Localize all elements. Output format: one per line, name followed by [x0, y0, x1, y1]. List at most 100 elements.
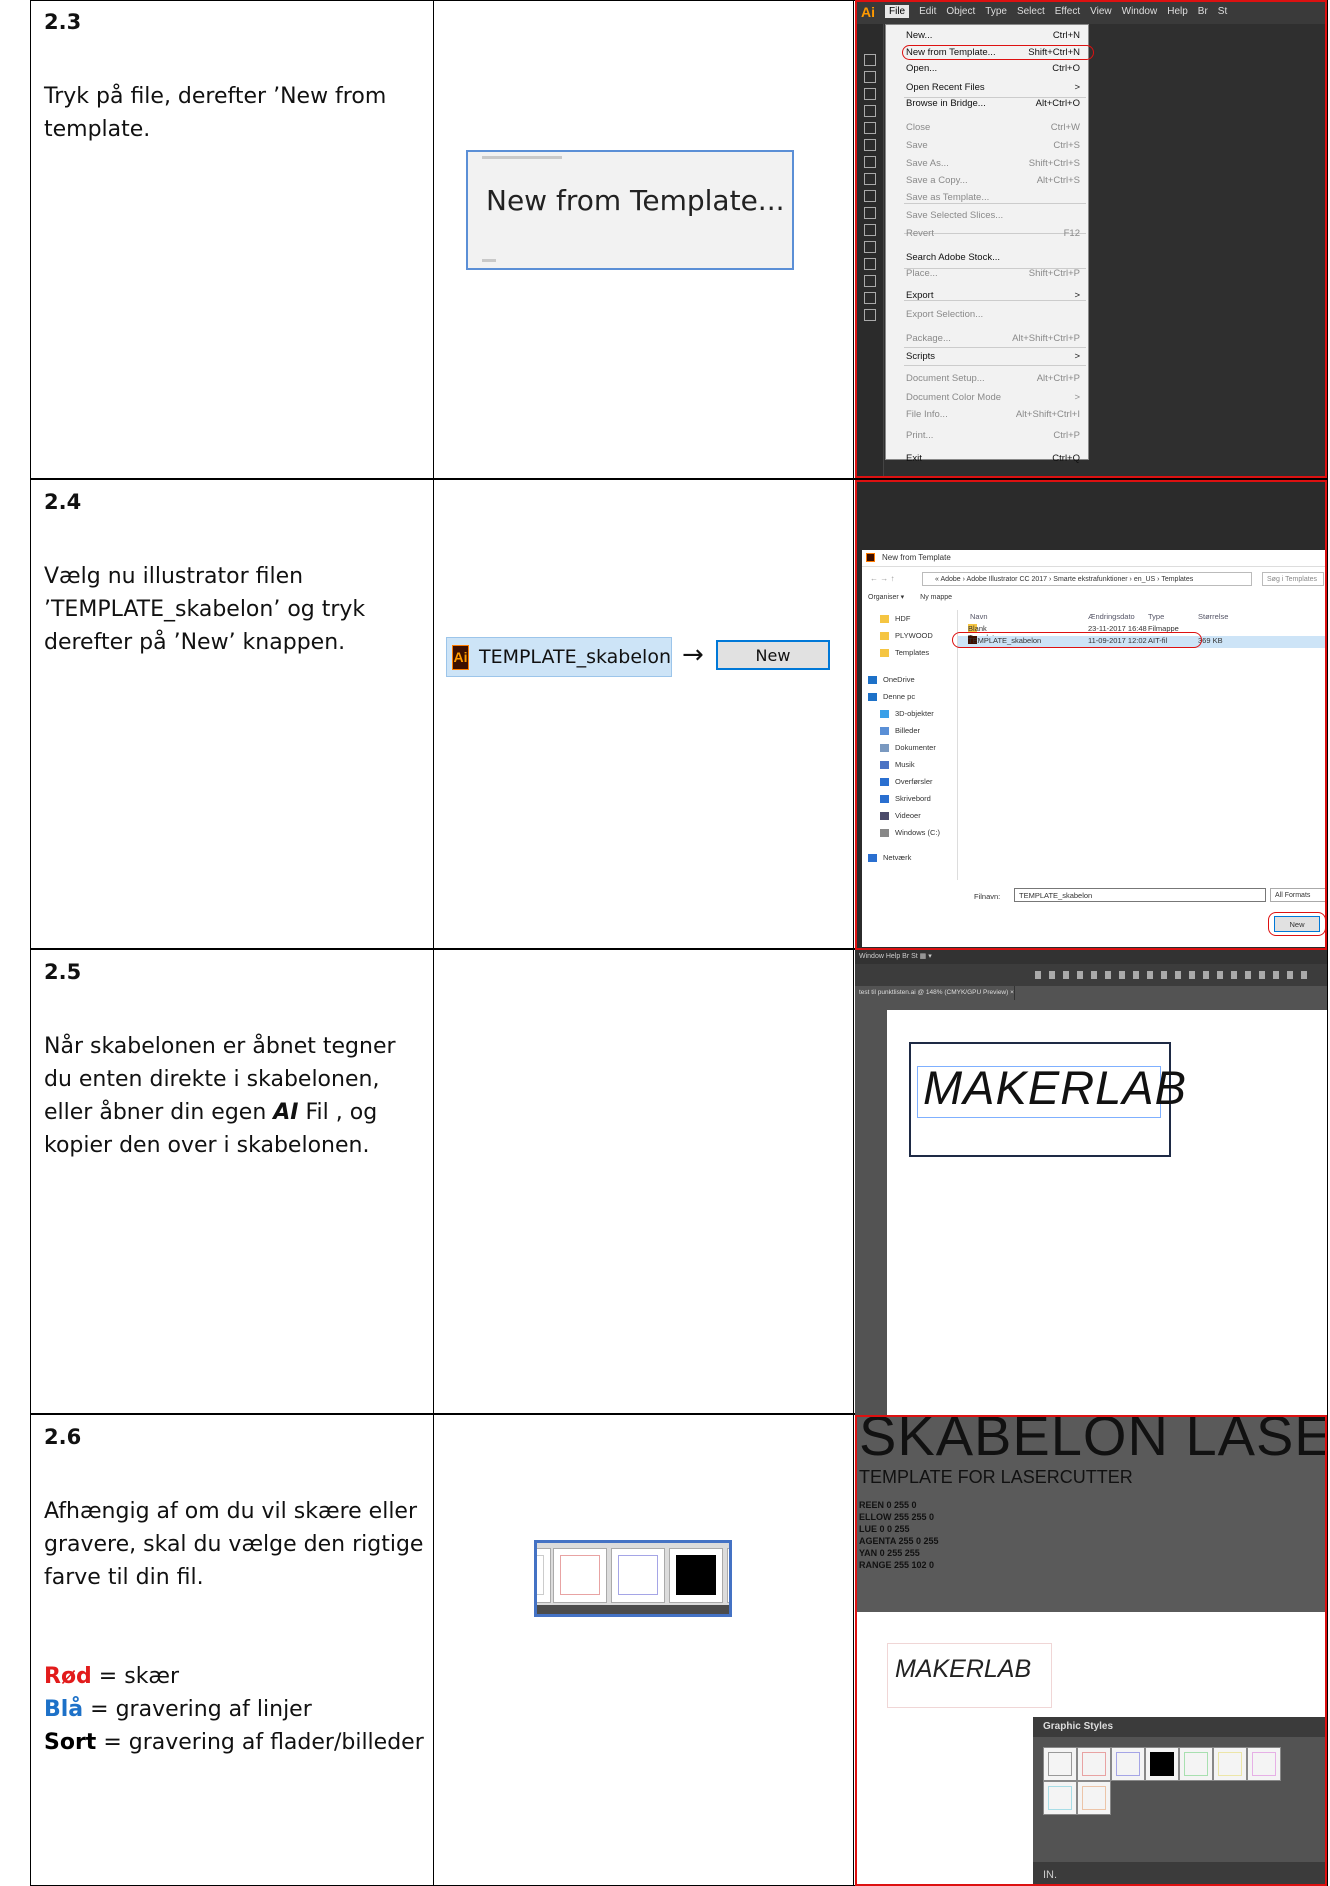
menu-item: Close Ctrl+W — [906, 122, 1080, 135]
menubar-item: Effect — [1054, 6, 1081, 17]
tool-icon — [864, 54, 876, 66]
filename-field: TEMPLATE_skabelon — [1014, 888, 1266, 902]
step-number: 2.4 — [44, 490, 82, 514]
menu-item-label: Save As... — [906, 157, 949, 169]
tools-panel — [857, 24, 884, 476]
color-code-line: YAN 0 255 255 — [859, 1548, 920, 1558]
file-dialog: New from Template ← → ↑ « Adobe › Adobe … — [862, 550, 1325, 947]
menu-item: New... Ctrl+N — [906, 30, 1080, 43]
panel-footer: IN. — [1033, 1862, 1325, 1884]
step-text: Vælg nu illustrator filen ’TEMPLATE_skab… — [44, 564, 366, 655]
tool-icon — [864, 275, 876, 287]
menu-item-label: Exit — [906, 452, 922, 464]
menu-item-label: Save a Copy... — [906, 175, 968, 187]
tool-icon — [864, 105, 876, 117]
menubar-items: File Edit Object Type Select Effect View Window… — [885, 5, 1237, 18]
nav-item: OneDrive — [868, 675, 915, 684]
menu-item-label: New... — [906, 29, 933, 41]
screenshot-template-colors: SKABELON LASERSK TEMPLATE FOR LASERCUTTE… — [855, 1415, 1327, 1886]
nav-item: PLYWOOD — [880, 631, 933, 640]
menu-item: Search Adobe Stock... — [906, 252, 1080, 265]
search-input: Søg i Templates — [1262, 572, 1324, 586]
menu-item: Save Selected Slices... — [906, 210, 1080, 223]
menu-item-label: Export Selection... — [906, 308, 984, 320]
style-magenta — [1247, 1747, 1281, 1781]
menu-item-label: Save Selected Slices... — [906, 209, 1004, 221]
control-bar — [855, 964, 1327, 986]
nav-item-label: Templates — [895, 648, 930, 657]
step-text: Afhængig af om du vil skære eller graver… — [44, 1499, 424, 1590]
menu-item: Revert F12 — [906, 228, 1080, 241]
column-headers: Navn Ændringsdato Type Størrelse — [958, 610, 1325, 622]
table-divider-col1 — [433, 0, 434, 1886]
menu-item: Document Setup... Alt+Ctrl+P — [906, 373, 1080, 386]
swatch-red — [553, 1548, 607, 1603]
menubar-item: Edit — [919, 6, 937, 17]
template-header: SKABELON LASERSK TEMPLATE FOR LASERCUTTE… — [857, 1417, 1325, 1612]
folder-icon — [880, 614, 889, 623]
col-size: Størrelse — [1198, 612, 1229, 621]
tool-icon — [864, 309, 876, 321]
dialog-titlebar: New from Template — [862, 550, 1325, 567]
menu-item: Open Recent Files > — [906, 82, 1080, 95]
col-type: Type — [1148, 612, 1165, 621]
menubar-item: File — [885, 5, 910, 18]
nav-item: Skrivebord — [880, 794, 931, 803]
file-menu: New... Ctrl+N New from Template... Shift+Ct… — [885, 24, 1094, 464]
folder-icon — [868, 853, 877, 862]
swatch-black — [669, 1548, 723, 1603]
menu-item-shortcut: Ctrl+Q — [1052, 452, 1080, 464]
menu-item: Place... Shift+Ctrl+P — [906, 268, 1080, 281]
color-code-line: AGENTA 255 0 255 — [859, 1536, 939, 1546]
menu-item-shortcut: Ctrl+O — [1052, 63, 1080, 75]
menu-item: Document Color Mode > — [906, 392, 1080, 405]
arrow-right-icon: → — [682, 640, 704, 670]
table-border-right — [1327, 0, 1328, 1886]
menu-item-label: Export — [906, 290, 934, 302]
legend-blue: Blå = gravering af linjer — [44, 1697, 312, 1722]
menubar-item: St — [1217, 6, 1228, 17]
menubar-item: Window — [1121, 6, 1158, 17]
menu-item-label: Open Recent Files — [906, 82, 985, 94]
style-default — [1043, 1747, 1077, 1781]
file-name: TEMPLATE_skabelon — [478, 646, 671, 668]
menu-item-shortcut: Alt+Ctrl+P — [1036, 373, 1080, 385]
table-border-left — [30, 0, 31, 1886]
nav-item: Billeder — [880, 726, 920, 735]
address-bar: « Adobe › Adobe Illustrator CC 2017 › Sm… — [922, 572, 1252, 586]
menu-item-shortcut: Ctrl+N — [1052, 29, 1080, 41]
template-title: SKABELON LASERSK — [859, 1415, 1325, 1467]
folder-icon — [880, 760, 889, 769]
style-orange — [1077, 1781, 1111, 1815]
color-codes: REEN 0 255 0 ELLOW 255 255 0 LUE 0 0 255 AG… — [859, 1499, 939, 1571]
illustrator-file-icon — [866, 553, 875, 562]
dialog-toolbar: Organiser ▾ Ny mappe — [868, 593, 966, 601]
tool-icon — [864, 88, 876, 100]
nav-item-label: Denne pc — [883, 692, 916, 701]
illustrator-file-icon: Ai — [452, 644, 469, 670]
menu-item-shortcut: Alt+Ctrl+O — [1035, 98, 1080, 110]
new-folder-button: Ny mappe — [920, 594, 953, 601]
col-name: Navn — [970, 612, 988, 621]
screenshot-artboard: Window Help Br St ▦ ▾ test til punktlist… — [855, 950, 1327, 1415]
menubar-item: Select — [1016, 6, 1045, 17]
menu-item-label: Document Color Mode — [906, 392, 1002, 404]
highlight-ring — [902, 45, 1094, 60]
menu-item-shortcut: > — [1074, 351, 1080, 363]
filename-label: Filnavn: — [974, 892, 1001, 901]
folder-icon — [880, 631, 889, 640]
nav-item-label: Skrivebord — [895, 794, 931, 803]
menu-item: Save As... Shift+Ctrl+S — [906, 158, 1080, 171]
menubar-item: Br — [1197, 6, 1208, 17]
nav-item-label: 3D-objekter — [895, 709, 934, 718]
menu-item-shortcut: > — [1074, 82, 1080, 94]
nav-item: Denne pc — [868, 692, 915, 701]
menu-item-shortcut: Ctrl+W — [1050, 121, 1080, 133]
folder-icon — [868, 675, 877, 684]
nav-item-label: Dokumenter — [895, 743, 936, 752]
menu-item: Package... Alt+Shift+Ctrl+P — [906, 333, 1080, 346]
nav-item-label: Windows (C:) — [895, 828, 941, 837]
swatch-partial — [537, 1548, 551, 1603]
menu-item-label: Package... — [906, 332, 951, 344]
highlight-ring — [1268, 912, 1325, 936]
